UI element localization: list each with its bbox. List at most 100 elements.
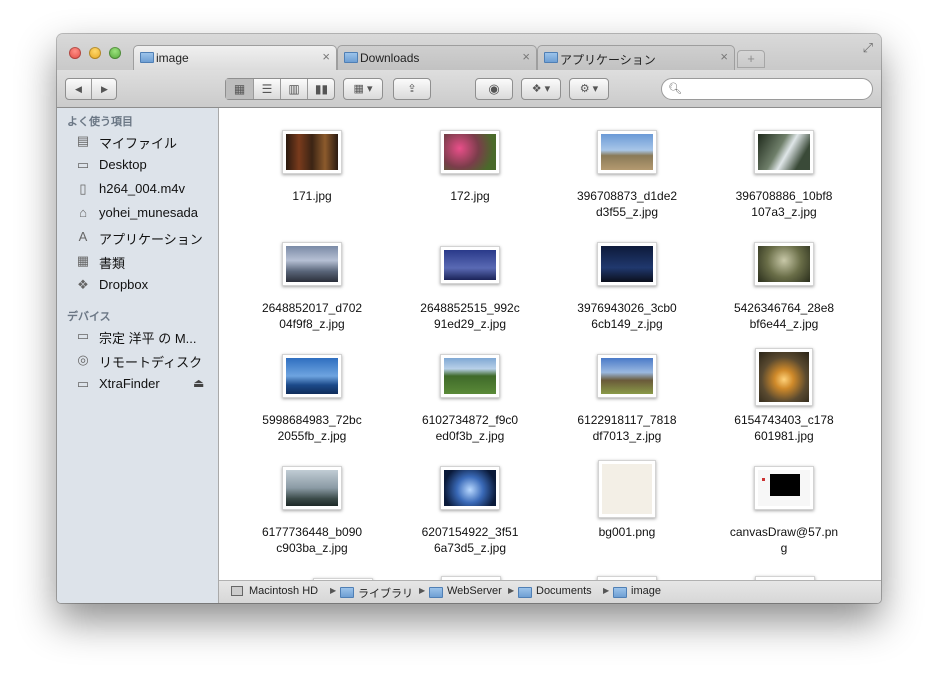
sidebar-item-label: Desktop [99,157,147,172]
back-button[interactable]: ◀ [66,79,92,99]
tab-close-icon[interactable]: × [720,49,728,64]
sidebar-item-remote-disc[interactable]: ◎ リモートディスク [57,349,218,371]
chevron-right-icon: ▶ [603,586,610,595]
file-item[interactable]: 396708873_d1de2 d3f55_z.jpg [552,130,702,235]
file-name: 6177736448_b090 c903ba_z.jpg [261,525,363,555]
file-item[interactable]: 5998684983_72bc 2055fb_z.jpg [237,354,387,459]
applications-folder-icon [544,52,558,63]
file-item[interactable]: canvasDraw@57.pn g [709,466,859,571]
file-item[interactable]: 6177736448_b090 c903ba_z.jpg [237,466,387,571]
path-item-image[interactable]: image [631,585,661,597]
file-item[interactable]: 3976943026_3cb0 6cb149_z.jpg [552,242,702,347]
sidebar-item-label: XtraFinder [99,376,160,391]
sidebar-item-h264[interactable]: ▯ h264_004.m4v [57,178,218,200]
search-field[interactable]: 🔍︎ [661,78,873,100]
downloads-folder-icon [344,52,358,63]
applications-icon: A [78,229,88,244]
sidebar-item-desktop[interactable]: ▭ Desktop [57,154,218,176]
hard-drive-icon [231,586,243,596]
folder-icon [429,587,443,598]
sidebar-item-dropbox[interactable]: ❖ Dropbox [57,274,218,296]
file-name: 396708873_d1de2 d3f55_z.jpg [576,189,678,219]
thumbnail [754,130,814,174]
file-item[interactable]: 172.jpg [395,130,545,235]
file-item[interactable]: 6154743403_c178 601981.jpg [709,348,859,453]
eject-icon[interactable]: ⏏ [193,376,204,390]
thumbnail [440,130,500,174]
action-button[interactable]: ⚙ ▾ [569,78,609,100]
path-bar: Macintosh HD ▶ ライブラリ ▶ WebServer ▶ Docum… [219,580,881,603]
sidebar-header-favorites: よく使う項目 [67,116,133,128]
tab-label: image [156,51,189,65]
sidebar-item-computer[interactable]: ▭ 宗定 洋平 の M... [57,325,218,347]
file-name: 3976943026_3cb0 6cb149_z.jpg [577,301,677,331]
share-icon: ⇪ [407,83,417,95]
thumbnail [440,354,500,398]
minimize-window-button[interactable] [89,47,101,59]
folder-icon [340,587,354,598]
file-name: 6207154922_3f51 6a73d5_z.jpg [421,525,519,555]
list-view-icon[interactable]: ☰ [254,79,281,99]
folder-icon [140,52,154,63]
tab-close-icon[interactable]: × [322,49,330,64]
thumbnail [440,246,500,284]
back-forward-control: ◀ ▶ [65,78,117,100]
path-item-macintosh-hd[interactable]: Macintosh HD [249,585,318,597]
home-icon: ⌂ [79,205,87,220]
quick-look-button[interactable]: ◉ [475,78,513,100]
dropbox-button[interactable]: ❖ ▾ [521,78,561,100]
desktop-icon: ▭ [76,157,90,172]
tab-close-icon[interactable]: × [522,49,530,64]
share-button[interactable]: ⇪ [393,78,431,100]
chevron-right-icon: ▶ [508,586,515,595]
sidebar-item-all-my-files[interactable]: ▤ マイファイル [57,130,218,152]
close-window-button[interactable] [69,47,81,59]
file-item[interactable]: 6122918117_7818 df7013_z.jpg [552,354,702,459]
sidebar-item-applications[interactable]: A アプリケーション [57,226,218,248]
file-item[interactable]: 2648852515_992c 91ed29_z.jpg [395,242,545,347]
gear-icon: ⚙ ▾ [579,83,599,95]
thumbnail [755,348,813,406]
file-item[interactable]: 5426346764_28e8 bf6e44_z.jpg [709,242,859,347]
sidebar-item-label: Dropbox [99,277,149,292]
file-name: canvasDraw@57.pn g [729,525,839,555]
search-icon: 🔍︎ [668,83,682,95]
file-item[interactable]: 171.jpg [237,130,387,235]
zoom-window-button[interactable] [109,47,121,59]
arrange-button[interactable]: ▦ ▾ [343,78,383,100]
dropbox-icon: ❖ [77,277,89,292]
file-name: 396708886_10bf8 107a3_z.jpg [735,189,833,219]
search-input[interactable] [684,81,868,97]
chevron-right-icon: ▶ [330,586,337,595]
file-item[interactable]: 396708886_10bf8 107a3_z.jpg [709,130,859,235]
sidebar-item-home[interactable]: ⌂ yohei_munesada [57,202,218,224]
computer-icon: ▭ [76,328,90,343]
path-item-webserver[interactable]: WebServer [447,585,502,597]
new-tab-button[interactable]: + [737,50,765,68]
file-item[interactable]: 6207154922_3f51 6a73d5_z.jpg [395,466,545,571]
tab-downloads[interactable]: Downloads × [337,45,537,70]
file-name: 2648852515_992c 91ed29_z.jpg [420,301,520,331]
icon-view-icon[interactable]: ▦ [226,79,254,99]
path-item-documents[interactable]: Documents [536,585,592,597]
file-item[interactable]: bg001.png [552,460,702,565]
sidebar-item-label: h264_004.m4v [99,181,186,196]
column-view-icon[interactable]: ▥ [281,79,308,99]
tab-applications[interactable]: アプリケーション × [537,45,735,70]
coverflow-view-icon[interactable]: ▮▮ [308,79,335,99]
sidebar-item-label: 書類 [99,256,126,271]
sidebar-item-documents[interactable]: ▦ 書類 [57,250,218,272]
forward-button[interactable]: ▶ [92,79,117,99]
file-item[interactable]: 2648852017_d702 04f9f8_z.jpg [237,242,387,347]
thumbnail [282,242,342,286]
path-item-library[interactable]: ライブラリ [358,585,413,601]
file-item[interactable]: 6102734872_f9c0 ed0f3b_z.jpg [395,354,545,459]
fullscreen-icon[interactable]: ⤢ [863,40,873,56]
sidebar-item-label: 宗定 洋平 の M... [99,331,197,346]
sidebar-header-devices: デバイス [67,311,111,323]
sidebar-item-xtrafinder[interactable]: ▭ XtraFinder ⏏ [57,373,218,395]
title-bar: image × Downloads × アプリケーション × + ⤢ [57,34,881,70]
file-name: 5998684983_72bc 2055fb_z.jpg [262,413,362,443]
sidebar-item-label: マイファイル [99,136,178,151]
tab-image[interactable]: image × [133,45,337,70]
